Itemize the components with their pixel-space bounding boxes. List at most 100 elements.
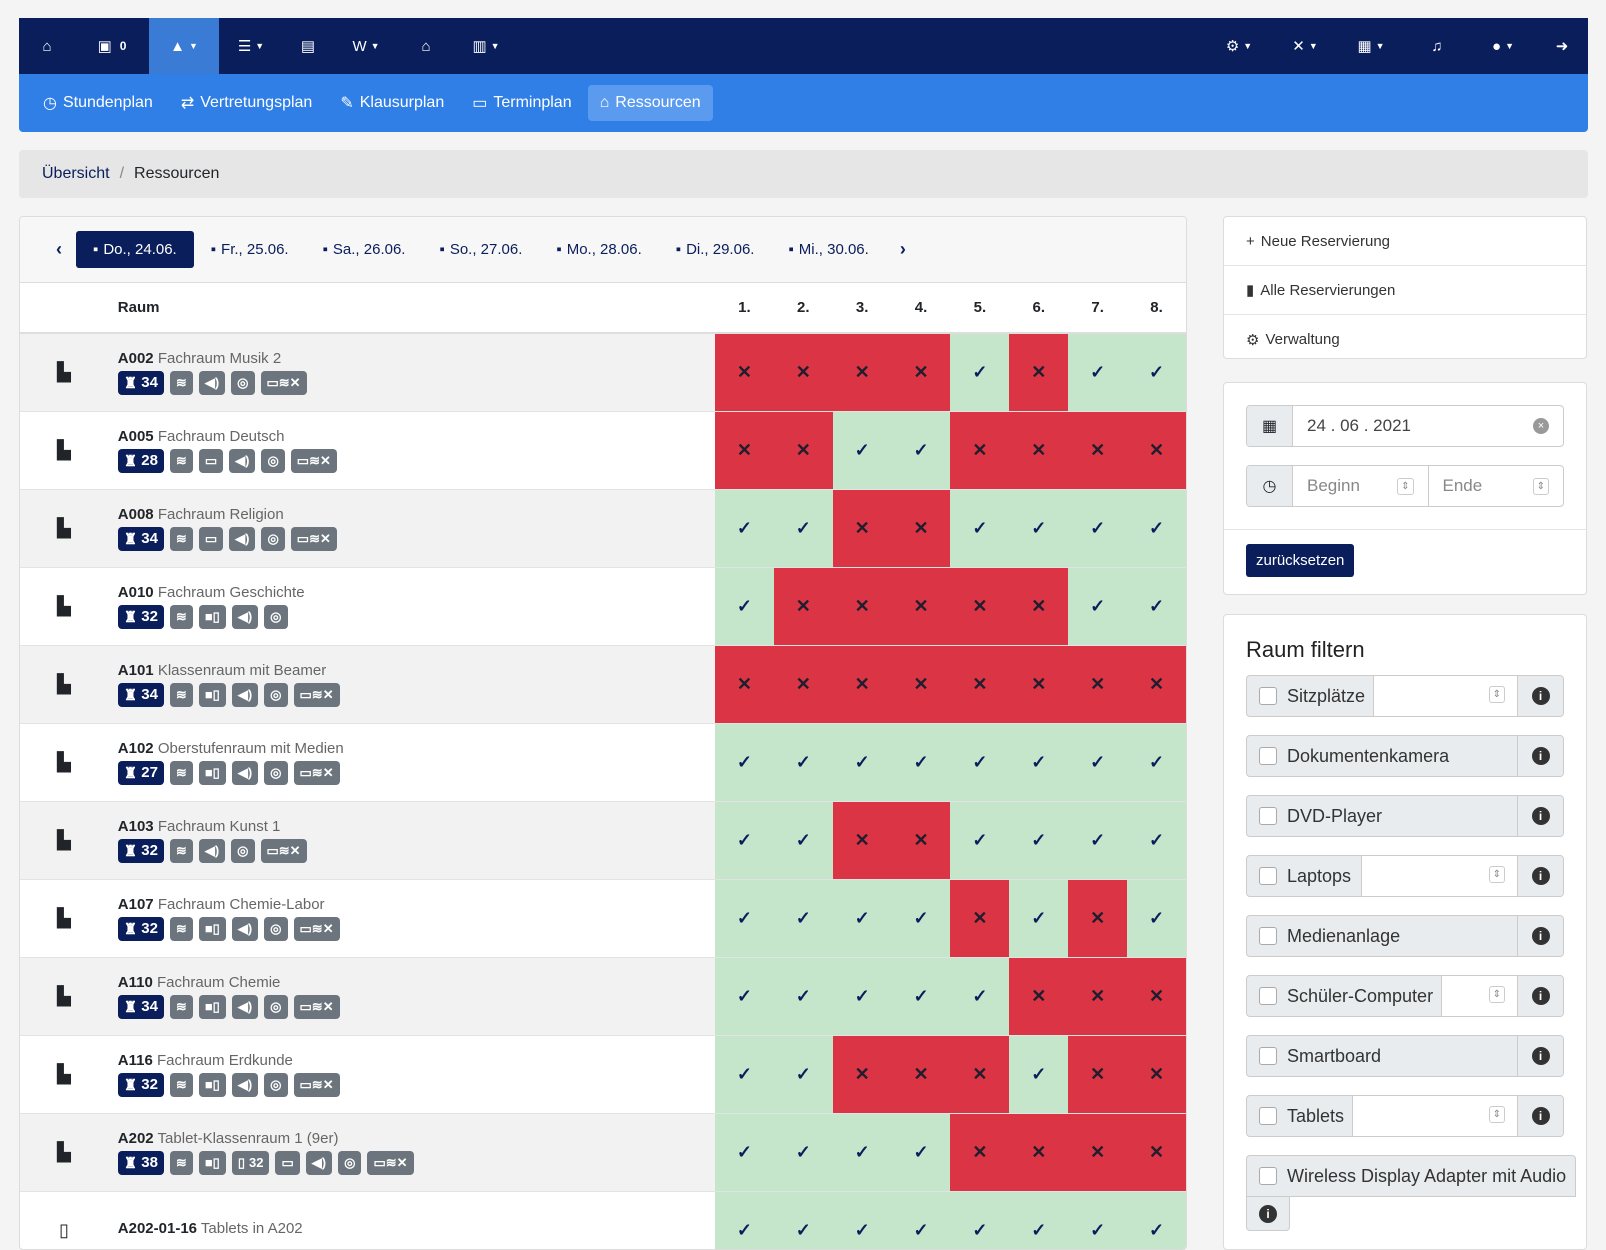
topnav-item-building[interactable]: ▲ ▼ (149, 18, 219, 74)
menu-alle-reservierungen[interactable]: ▮ Alle Reservierungen (1224, 266, 1586, 315)
filter-label[interactable]: Dokumentenkamera (1247, 736, 1507, 776)
slot-booked[interactable]: ✕ (950, 1035, 1010, 1114)
filter-label[interactable]: Schüler-Computer (1247, 976, 1441, 1016)
slot-booked[interactable]: ✕ (1127, 411, 1186, 490)
slot-free[interactable]: ✓ (1127, 567, 1186, 646)
slot-free[interactable]: ✓ (773, 801, 833, 880)
slot-free[interactable]: ✓ (773, 1113, 833, 1192)
slot-free[interactable]: ✓ (773, 957, 833, 1036)
slot-free[interactable]: ✓ (950, 723, 1010, 802)
slot-booked[interactable]: ✕ (1068, 1113, 1128, 1192)
room-cell[interactable]: A103 Fachraum Kunst 1 ♜ 32 ≋ ◀) ◎ ▭≋✕ (107, 801, 715, 880)
topnav-item-cogs[interactable]: ⚙ ▼ (1206, 18, 1272, 74)
begin-spinner-icon[interactable]: ⇕ (1397, 477, 1414, 495)
filter-checkbox[interactable] (1259, 687, 1277, 705)
slot-free[interactable]: ✓ (1127, 333, 1186, 412)
day-tab[interactable]: ▪ Mo., 28.06. (539, 231, 658, 268)
slot-free[interactable]: ✓ (891, 411, 951, 490)
table-row[interactable]: ▙ A202 Tablet-Klassenraum 1 (9er) ♜ 38 ≋ ■▯ ▯ 3… (20, 1113, 1186, 1192)
slot-booked[interactable]: ✕ (1009, 333, 1069, 412)
slot-booked[interactable]: ✕ (1009, 1113, 1069, 1192)
topnav-item-wikipedia[interactable]: W ▼ (333, 18, 399, 74)
slot-booked[interactable]: ✕ (1068, 645, 1128, 724)
filter-checkbox[interactable] (1259, 807, 1277, 825)
slot-free[interactable]: ✓ (714, 1191, 774, 1249)
slot-booked[interactable]: ✕ (773, 645, 833, 724)
slot-booked[interactable]: ✕ (891, 489, 951, 568)
slot-booked[interactable]: ✕ (891, 1035, 951, 1114)
slot-booked[interactable]: ✕ (891, 333, 951, 412)
slot-free[interactable]: ✓ (950, 333, 1010, 412)
end-spinner-icon[interactable]: ⇕ (1532, 477, 1549, 495)
slot-booked[interactable]: ✕ (1068, 957, 1128, 1036)
filter-checkbox[interactable] (1259, 987, 1277, 1005)
topnav-item-document[interactable]: ▤ (283, 18, 333, 74)
slot-free[interactable]: ✓ (1127, 489, 1186, 568)
filter-number-input[interactable]: ⇕ (1361, 856, 1517, 896)
slot-free[interactable]: ✓ (832, 1113, 892, 1192)
day-tab[interactable]: ▪ So., 27.06. (422, 231, 539, 268)
slot-booked[interactable]: ✕ (1127, 1035, 1186, 1114)
filter-info-button[interactable]: i (1517, 916, 1563, 956)
filter-info-button[interactable]: i (1517, 736, 1563, 776)
filter-info-button[interactable]: i (1517, 856, 1563, 896)
filter-info-button[interactable]: i (1517, 676, 1563, 716)
number-spinner-icon[interactable]: ⇕ (1488, 866, 1505, 883)
menu-neue-reservierung[interactable]: + Neue Reservierung (1224, 217, 1586, 266)
slot-free[interactable]: ✓ (1127, 1191, 1186, 1249)
filter-info-button[interactable]: i (1517, 1036, 1563, 1076)
slot-free[interactable]: ✓ (832, 1191, 892, 1249)
room-cell[interactable]: A101 Klassenraum mit Beamer ♜ 34 ≋ ■▯ ◀) ◎ ▭≋✕ (107, 645, 715, 724)
slot-free[interactable]: ✓ (773, 879, 833, 958)
filter-label[interactable]: Wireless Display Adapter mit Audio (1247, 1156, 1566, 1196)
filter-checkbox[interactable] (1259, 1107, 1277, 1125)
number-spinner-icon[interactable]: ⇕ (1488, 1106, 1505, 1123)
slot-booked[interactable]: ✕ (832, 489, 892, 568)
table-row[interactable]: ▙ A101 Klassenraum mit Beamer ♜ 34 ≋ ■▯ ◀) ◎ ▭≋✕… (20, 645, 1186, 724)
slot-booked[interactable]: ✕ (832, 333, 892, 412)
slot-free[interactable]: ✓ (891, 957, 951, 1036)
room-cell[interactable]: A110 Fachraum Chemie ♜ 34 ≋ ■▯ ◀) ◎ ▭≋✕ (107, 957, 715, 1036)
table-row[interactable]: ▙ A110 Fachraum Chemie ♜ 34 ≋ ■▯ ◀) ◎ ▭≋✕ ✓ ✓ ✓ ✓ ✓ ✕ ✕… (20, 957, 1186, 1036)
slot-free[interactable]: ✓ (714, 567, 774, 646)
slot-free[interactable]: ✓ (1068, 723, 1128, 802)
filter-number-input[interactable]: ⇕ (1352, 1096, 1517, 1136)
topnav-item-logout[interactable]: ➜ (1536, 18, 1588, 74)
table-row[interactable]: ▙ A103 Fachraum Kunst 1 ♜ 32 ≋ ◀) ◎ ▭≋✕ ✓ ✓ ✕ ✕ ✓ ✓ ✓ ✓ (20, 801, 1186, 880)
slot-free[interactable]: ✓ (950, 1191, 1010, 1249)
slot-free[interactable]: ✓ (714, 957, 774, 1036)
slot-booked[interactable]: ✕ (1127, 645, 1186, 724)
slot-free[interactable]: ✓ (1068, 1191, 1128, 1249)
table-row[interactable]: ▙ A107 Fachraum Chemie-Labor ♜ 32 ≋ ■▯ ◀) ◎ ▭≋✕ ✓… (20, 879, 1186, 958)
topnav-item-inbox[interactable]: ▣ 0 (75, 18, 149, 74)
slot-free[interactable]: ✓ (714, 1113, 774, 1192)
table-row[interactable]: ▙ A102 Oberstufenraum mit Medien ♜ 27 ≋ ■▯ ◀) ◎… (20, 723, 1186, 802)
filter-checkbox[interactable] (1259, 747, 1277, 765)
filter-label[interactable]: Tablets (1247, 1096, 1352, 1136)
day-tab[interactable]: ▪ Di., 29.06. (659, 231, 772, 268)
slot-free[interactable]: ✓ (1009, 723, 1069, 802)
slot-booked[interactable]: ✕ (832, 1035, 892, 1114)
number-spinner-icon[interactable]: ⇕ (1488, 686, 1505, 703)
table-row[interactable]: ▙ A010 Fachraum Geschichte ♜ 32 ≋ ■▯ ◀) ◎ ✓ ✕ ✕ ✕ ✕ ✕… (20, 567, 1186, 646)
room-cell[interactable]: A102 Oberstufenraum mit Medien ♜ 27 ≋ ■▯ ◀) ◎ ▭… (107, 723, 715, 802)
slot-free[interactable]: ✓ (832, 411, 892, 490)
tab-klausurplan[interactable]: ✎ Klausurplan (328, 84, 456, 122)
topnav-item-grid[interactable]: ▦ ▼ (1338, 18, 1404, 74)
slot-booked[interactable]: ✕ (1127, 1113, 1186, 1192)
filter-label[interactable]: Smartboard (1247, 1036, 1507, 1076)
slot-booked[interactable]: ✕ (1009, 645, 1069, 724)
filter-info-button[interactable]: i (1517, 1096, 1563, 1136)
filter-label[interactable]: Laptops (1247, 856, 1361, 896)
slot-free[interactable]: ✓ (1127, 723, 1186, 802)
begin-time-input[interactable]: Beginn ⇕ (1293, 466, 1429, 506)
room-cell[interactable]: A005 Fachraum Deutsch ♜ 28 ≋ ▭ ◀) ◎ ▭≋✕ (107, 411, 715, 490)
day-tab[interactable]: ▪ Sa., 26.06. (306, 231, 423, 268)
filter-info-button[interactable]: i (1246, 1197, 1290, 1231)
slot-booked[interactable]: ✕ (950, 879, 1010, 958)
slot-free[interactable]: ✓ (1009, 489, 1069, 568)
topnav-item-bell[interactable]: ♫ (1404, 18, 1470, 74)
tab-terminplan[interactable]: ▭ Terminplan (460, 84, 583, 122)
slot-booked[interactable]: ✕ (1127, 957, 1186, 1036)
filter-label[interactable]: Sitzplätze (1247, 676, 1373, 716)
